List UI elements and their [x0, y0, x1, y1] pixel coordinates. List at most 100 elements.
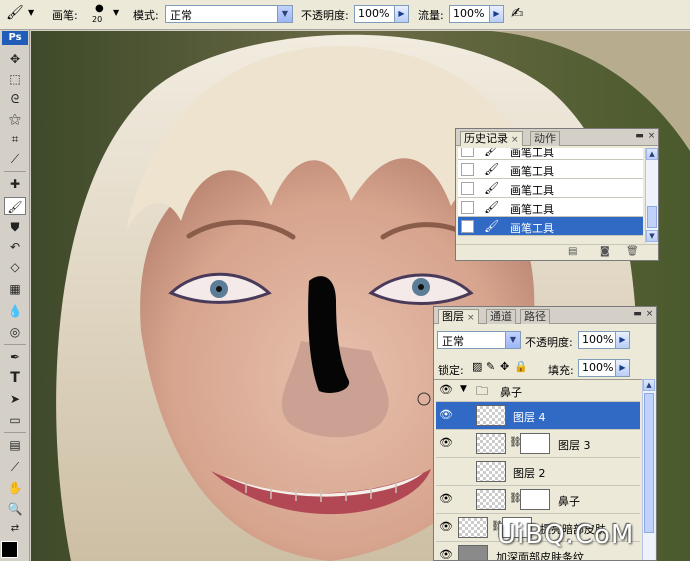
zoom-tool-icon[interactable]: 🔍: [4, 500, 26, 518]
visibility-eye-icon[interactable]: 👁: [438, 383, 454, 397]
scroll-up-icon[interactable]: ▲: [643, 379, 655, 391]
history-snapshot-checkbox[interactable]: [461, 220, 474, 233]
shape-tool-icon[interactable]: ▭: [4, 411, 26, 429]
toolbar-divider: [4, 171, 26, 172]
marquee-tool-icon[interactable]: ⬚: [4, 70, 26, 88]
layer-row[interactable]: 图层 2: [436, 458, 640, 486]
magic-wand-tool-icon[interactable]: ⚝: [4, 110, 26, 128]
lock-pixels-icon[interactable]: ✎: [486, 360, 495, 373]
hand-tool-icon[interactable]: ✋: [4, 479, 26, 497]
camera-icon[interactable]: ◙: [600, 246, 610, 257]
lasso-tool-icon[interactable]: ᘓ: [4, 90, 26, 108]
scroll-thumb[interactable]: [647, 206, 657, 228]
path-select-tool-icon[interactable]: ➤: [4, 390, 26, 408]
brush-tool-preset-icon[interactable]: 🖌: [6, 5, 24, 21]
fill-arrow[interactable]: ▶: [615, 360, 629, 376]
chevron-down-icon[interactable]: ▼: [505, 332, 520, 348]
tab-layers[interactable]: 图层 ×: [438, 309, 479, 324]
history-brush-tool-icon[interactable]: ↶: [4, 238, 26, 256]
mode-select[interactable]: 正常 ▼: [165, 5, 293, 23]
eyedropper-tool-icon[interactable]: ⟋: [4, 458, 26, 476]
history-snapshot-checkbox[interactable]: [461, 163, 474, 176]
history-state[interactable]: 🖌 画笔工具: [458, 160, 643, 179]
close-icon[interactable]: ×: [511, 135, 519, 145]
layer-row[interactable]: 👁 ⛓ 鼻子: [436, 486, 640, 514]
layer-group-row[interactable]: 👁 ▼ 🗀 鼻子: [436, 380, 640, 402]
swap-colors-icon[interactable]: ⇄: [4, 520, 26, 538]
layer-opacity-field[interactable]: 100% ▶: [578, 331, 630, 349]
brush-tool-icon[interactable]: 🖌: [4, 197, 26, 215]
brush-dot-icon: ●: [95, 3, 104, 14]
move-tool-icon[interactable]: ✥: [4, 50, 26, 68]
close-icon[interactable]: ×: [646, 131, 657, 142]
history-scrollbar[interactable]: ▲ ▼: [645, 148, 658, 243]
eraser-tool-icon[interactable]: ◇: [4, 258, 26, 276]
layer-thumbnail: [458, 517, 488, 538]
scroll-down-icon[interactable]: ▼: [646, 230, 658, 242]
clone-stamp-tool-icon[interactable]: ⛊: [4, 218, 26, 236]
close-icon[interactable]: ×: [467, 313, 475, 323]
trash-icon[interactable]: 🗑: [626, 246, 639, 257]
history-state[interactable]: 🖌 画笔工具: [458, 148, 643, 160]
visibility-eye-icon[interactable]: 👁: [438, 492, 454, 506]
tab-channels[interactable]: 通道: [486, 309, 516, 324]
layer-mask-thumbnail[interactable]: [520, 433, 550, 454]
minimize-icon[interactable]: ▬: [632, 309, 643, 320]
opacity-field[interactable]: 100% ▶: [354, 5, 409, 23]
visibility-eye-icon[interactable]: 👁: [438, 548, 454, 560]
flow-slider-arrow[interactable]: ▶: [489, 6, 503, 22]
history-snapshot-checkbox[interactable]: [461, 201, 474, 214]
opacity-slider-arrow[interactable]: ▶: [394, 6, 408, 22]
brush-picker-arrow[interactable]: ▼: [113, 8, 119, 17]
new-document-icon[interactable]: ▤: [568, 246, 577, 257]
lock-all-icon[interactable]: 🔒: [514, 360, 528, 373]
blur-tool-icon[interactable]: 💧: [4, 302, 26, 320]
history-state-selected[interactable]: 🖌 画笔工具: [458, 217, 643, 236]
chevron-down-icon[interactable]: ▼: [277, 6, 292, 22]
fill-value: 100%: [582, 361, 614, 374]
healing-brush-tool-icon[interactable]: ✚: [4, 175, 26, 193]
layers-scrollbar[interactable]: ▲: [642, 379, 655, 560]
minimize-icon[interactable]: ▬: [634, 131, 645, 142]
fill-field[interactable]: 100% ▶: [578, 359, 630, 377]
foreground-color-swatch[interactable]: [1, 541, 18, 558]
visibility-eye-icon[interactable]: [438, 464, 454, 478]
brush-icon: 🖌: [484, 148, 500, 157]
layer-name: 鼻子: [558, 495, 580, 508]
layer-row[interactable]: 👁 ⛓ 图层 3: [436, 430, 640, 458]
fill-label: 填充:: [548, 364, 574, 377]
layer-opacity-arrow[interactable]: ▶: [615, 332, 629, 348]
crop-tool-icon[interactable]: ⌗: [4, 130, 26, 148]
visibility-eye-icon[interactable]: 👁: [438, 520, 454, 534]
lock-position-icon[interactable]: ✥: [500, 360, 509, 373]
close-icon[interactable]: ×: [644, 309, 655, 320]
visibility-eye-icon[interactable]: 👁: [438, 408, 454, 422]
dodge-tool-icon[interactable]: ◎: [4, 323, 26, 341]
tool-preset-dropdown-arrow[interactable]: ▼: [28, 8, 34, 17]
lock-transparency-icon[interactable]: ▨: [472, 360, 482, 373]
scroll-thumb[interactable]: [644, 393, 654, 533]
flow-field[interactable]: 100% ▶: [449, 5, 504, 23]
gradient-tool-icon[interactable]: ▦: [4, 280, 26, 298]
tab-history[interactable]: 历史记录 ×: [460, 131, 523, 146]
notes-tool-icon[interactable]: ▤: [4, 436, 26, 454]
history-snapshot-checkbox[interactable]: [461, 182, 474, 195]
history-state[interactable]: 🖌 画笔工具: [458, 179, 643, 198]
history-snapshot-checkbox[interactable]: [461, 148, 474, 157]
history-panel: 历史记录 × 动作 ▬ × 🖌 画笔工具 🖌 画笔工具 🖌 画笔工具 🖌 画笔工具: [455, 128, 659, 261]
pen-tool-icon[interactable]: ✒: [4, 348, 26, 366]
history-state[interactable]: 🖌 画笔工具: [458, 198, 643, 217]
blend-mode-select[interactable]: 正常 ▼: [437, 331, 521, 349]
tab-paths[interactable]: 路径: [520, 309, 550, 324]
airbrush-icon[interactable]: ✍: [511, 4, 524, 22]
tab-actions[interactable]: 动作: [530, 131, 560, 146]
visibility-eye-icon[interactable]: 👁: [438, 436, 454, 450]
layer-row-selected[interactable]: 👁 图层 4: [436, 402, 640, 430]
group-expand-triangle-icon[interactable]: ▼: [460, 384, 467, 394]
layer-mask-thumbnail[interactable]: [520, 489, 550, 510]
scroll-up-icon[interactable]: ▲: [646, 148, 658, 160]
type-tool-icon[interactable]: T: [4, 369, 26, 387]
layer-opacity-value: 100%: [582, 333, 614, 346]
options-bar: 🖌 ▼ 画笔: ● 20 ▼ 模式: 正常 ▼ 不透明度: 100% ▶ 流量:…: [0, 0, 690, 30]
slice-tool-icon[interactable]: ⟋: [4, 150, 26, 168]
